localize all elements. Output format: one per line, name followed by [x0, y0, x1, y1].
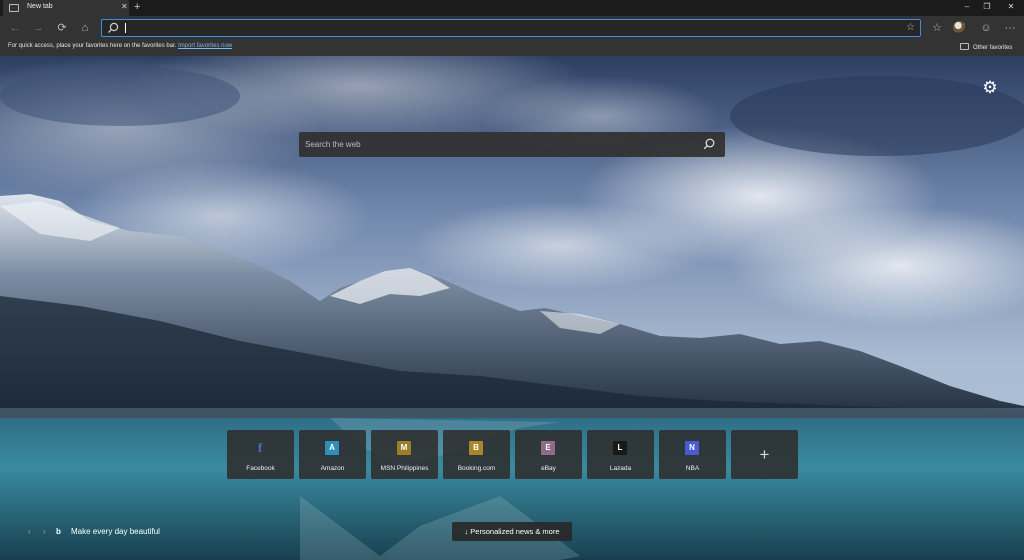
back-button[interactable]: ← [7, 20, 23, 36]
import-favorites-link[interactable]: Import favorites now [178, 43, 232, 49]
toolbar: ← → ⟳ ⌂ ☆ ☆ ☺ ··· [0, 16, 1024, 40]
profile-avatar[interactable] [953, 21, 966, 34]
add-favorite-star-icon[interactable]: ☆ [906, 21, 915, 35]
other-favorites-label: Other favorites [973, 45, 1013, 51]
nba-logo-icon: N [685, 441, 699, 455]
quick-links: f Facebook A Amazon M MSN Philippines B … [227, 430, 798, 479]
forward-button[interactable]: → [30, 20, 46, 36]
favorites-hub-icon[interactable]: ☆ [929, 20, 945, 36]
text-caret [125, 23, 126, 33]
close-window-button[interactable]: ✕ [1004, 1, 1018, 13]
maximize-button[interactable]: ❐ [980, 1, 994, 13]
tab-strip: New tab ✕ + – ❐ ✕ [0, 0, 1024, 16]
new-tab-favicon-icon [9, 4, 19, 12]
quick-link-label: MSN Philippines [380, 465, 429, 472]
quick-link-label: Facebook [246, 465, 275, 472]
web-search-box [299, 132, 725, 157]
tab-close-icon[interactable]: ✕ [121, 2, 128, 12]
folder-icon [960, 43, 969, 50]
quick-link-ebay[interactable]: E eBay [515, 430, 582, 479]
search-icon [108, 22, 119, 33]
quick-link-label: eBay [541, 465, 556, 472]
search-submit-icon[interactable] [702, 137, 716, 151]
quick-link-label: Lazada [609, 465, 632, 472]
add-quick-link-button[interactable]: + [731, 430, 798, 479]
feedback-emoji-icon[interactable]: ☺ [978, 20, 994, 36]
quick-link-nba[interactable]: N NBA [659, 430, 726, 479]
msn-logo-icon: M [397, 441, 411, 455]
more-menu-button[interactable]: ··· [1002, 20, 1018, 36]
new-tab-button[interactable]: + [134, 1, 140, 13]
tab-new-tab[interactable]: New tab ✕ [3, 0, 129, 16]
favorites-bar: For quick access, place your favorites h… [0, 40, 1024, 56]
home-button[interactable]: ⌂ [77, 20, 93, 36]
tab-title: New tab [27, 3, 53, 10]
address-bar[interactable]: ☆ [101, 19, 921, 37]
previous-image-button[interactable]: ‹ [28, 525, 31, 539]
web-search-input[interactable] [305, 136, 685, 152]
favorites-message-text: For quick access, place your favorites h… [8, 43, 177, 49]
booking-logo-icon: B [469, 441, 483, 455]
address-input[interactable] [128, 21, 898, 35]
amazon-logo-icon: A [325, 441, 339, 455]
other-favorites-button[interactable]: Other favorites [960, 43, 1012, 51]
personalized-news-button[interactable]: ↓ Personalized news & more [452, 522, 572, 541]
quick-link-msn-philippines[interactable]: M MSN Philippines [371, 430, 438, 479]
quick-link-lazada[interactable]: L Lazada [587, 430, 654, 479]
image-tagline[interactable]: Make every day beautiful [71, 525, 160, 539]
ebay-logo-icon: E [541, 441, 555, 455]
next-image-button[interactable]: › [43, 525, 46, 539]
quick-link-label: Booking.com [457, 465, 496, 472]
facebook-logo-icon: f [257, 440, 263, 455]
quick-link-label: Amazon [320, 465, 345, 472]
minimize-button[interactable]: – [960, 1, 974, 13]
favorites-bar-message: For quick access, place your favorites h… [8, 43, 232, 49]
quick-link-amazon[interactable]: A Amazon [299, 430, 366, 479]
settings-gear-icon[interactable]: ⚙ [980, 78, 1000, 98]
quick-link-booking[interactable]: B Booking.com [443, 430, 510, 479]
refresh-button[interactable]: ⟳ [54, 20, 70, 36]
bing-logo-icon[interactable]: b [56, 525, 61, 539]
lazada-logo-icon: L [613, 441, 627, 455]
quick-link-facebook[interactable]: f Facebook [227, 430, 294, 479]
quick-link-label: NBA [685, 465, 700, 472]
